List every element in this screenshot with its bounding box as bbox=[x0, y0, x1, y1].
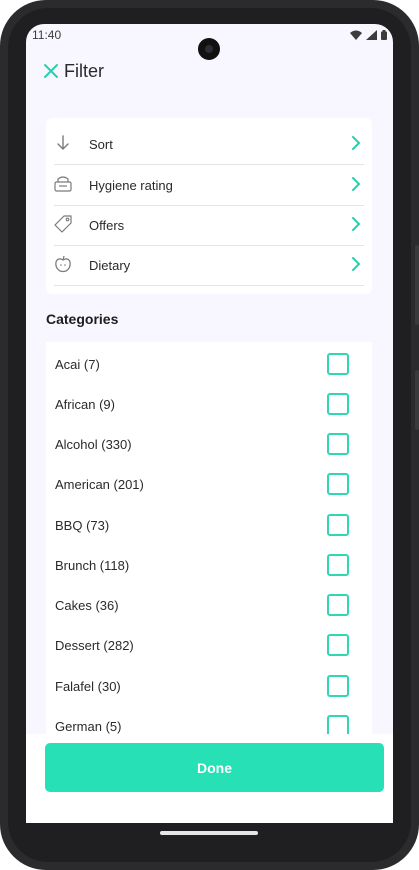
screen: 11:40 Filter Sort Hygiene rating Offers … bbox=[26, 24, 393, 823]
category-checkbox[interactable] bbox=[327, 473, 349, 495]
list-item: Dessert (282) bbox=[46, 625, 372, 665]
bottom-action-panel: Done bbox=[26, 734, 393, 823]
filter-label-offers: Offers bbox=[89, 218, 125, 233]
category-checkbox[interactable] bbox=[327, 675, 349, 697]
category-label: BBQ (73) bbox=[55, 518, 110, 533]
chevron-right-icon bbox=[352, 257, 360, 271]
chevron-right-icon bbox=[352, 136, 360, 150]
category-label: Brunch (118) bbox=[55, 558, 130, 573]
power-button bbox=[415, 245, 419, 325]
category-checkbox[interactable] bbox=[327, 353, 349, 375]
category-label: Alcohol (330) bbox=[55, 437, 132, 452]
filter-options-card: Sort Hygiene rating Offers Dietary bbox=[46, 118, 372, 294]
done-button[interactable]: Done bbox=[45, 743, 384, 792]
wifi-icon bbox=[350, 30, 362, 40]
category-label: Acai (7) bbox=[55, 357, 100, 372]
categories-heading: Categories bbox=[46, 311, 119, 327]
list-item: American (201) bbox=[46, 464, 372, 504]
volume-button bbox=[415, 370, 419, 430]
category-checkbox[interactable] bbox=[327, 514, 349, 536]
filter-row-sort[interactable]: Sort bbox=[54, 124, 364, 165]
list-item: Alcohol (330) bbox=[46, 424, 372, 464]
categories-list[interactable]: Acai (7) African (9) Alcohol (330) Ameri… bbox=[46, 342, 372, 742]
status-time: 11:40 bbox=[32, 28, 62, 42]
list-item: Brunch (118) bbox=[46, 545, 372, 585]
apple-icon bbox=[55, 255, 71, 273]
home-indicator[interactable] bbox=[160, 831, 258, 835]
category-checkbox[interactable] bbox=[327, 594, 349, 616]
filter-label-hygiene-rating: Hygiene rating bbox=[89, 178, 173, 193]
category-label: Dessert (282) bbox=[55, 638, 134, 653]
list-item: African (9) bbox=[46, 384, 372, 424]
category-label: Cakes (36) bbox=[55, 598, 119, 613]
device-frame: 11:40 Filter Sort Hygiene rating Offers … bbox=[0, 0, 419, 870]
category-label: German (5) bbox=[55, 719, 122, 734]
sort-arrow-icon bbox=[57, 135, 69, 150]
list-item: Cakes (36) bbox=[46, 585, 372, 625]
signal-icon bbox=[366, 30, 377, 40]
page-title: Filter bbox=[64, 61, 104, 81]
filter-label-sort: Sort bbox=[89, 137, 113, 152]
category-checkbox[interactable] bbox=[327, 554, 349, 576]
app-bar: Filter bbox=[26, 54, 393, 94]
filter-row-hygiene-rating[interactable]: Hygiene rating bbox=[54, 165, 364, 206]
category-checkbox[interactable] bbox=[327, 634, 349, 656]
filter-row-dietary[interactable]: Dietary bbox=[54, 245, 364, 286]
close-button[interactable] bbox=[42, 62, 62, 82]
category-label: African (9) bbox=[55, 397, 115, 412]
category-label: Falafel (30) bbox=[55, 679, 121, 694]
status-icons bbox=[350, 30, 387, 40]
filter-label-dietary: Dietary bbox=[89, 258, 131, 273]
category-label: American (201) bbox=[55, 477, 144, 492]
list-item: BBQ (73) bbox=[46, 505, 372, 545]
chevron-right-icon bbox=[352, 217, 360, 231]
category-checkbox[interactable] bbox=[327, 393, 349, 415]
hygiene-icon bbox=[54, 176, 72, 192]
navigation-bar bbox=[26, 823, 393, 843]
list-item: Falafel (30) bbox=[46, 666, 372, 706]
list-item: Acai (7) bbox=[46, 344, 372, 384]
close-icon bbox=[44, 64, 58, 78]
chevron-right-icon bbox=[352, 177, 360, 191]
tag-icon bbox=[54, 215, 72, 233]
category-checkbox[interactable] bbox=[327, 433, 349, 455]
filter-row-offers[interactable]: Offers bbox=[54, 205, 364, 246]
battery-icon bbox=[381, 30, 387, 40]
